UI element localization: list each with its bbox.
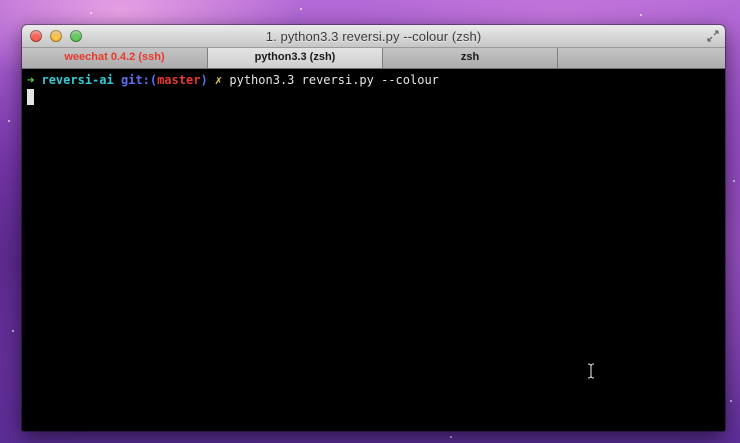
background-star	[8, 120, 10, 122]
background-star	[450, 436, 452, 438]
window-title: 1. python3.3 reversi.py --colour (zsh)	[265, 29, 482, 44]
tab-label: python3.3 (zsh)	[254, 51, 336, 63]
prompt-command: python3.3 reversi.py --colour	[229, 73, 439, 87]
terminal-window: 1. python3.3 reversi.py --colour (zsh) w…	[22, 25, 725, 431]
text-cursor-block	[27, 89, 34, 105]
background-star	[300, 8, 302, 10]
background-star	[730, 400, 732, 402]
background-star	[640, 14, 642, 16]
prompt-git-branch: master	[157, 73, 201, 87]
terminal-output[interactable]: ➜ reversi-ai git:(master) ✗ python3.3 re…	[22, 69, 725, 431]
prompt-git-prefix: git:(	[120, 73, 158, 87]
fullscreen-arrows-icon[interactable]	[707, 30, 719, 42]
prompt-line: ➜ reversi-ai git:(master) ✗ python3.3 re…	[27, 72, 439, 88]
prompt-git-suffix: )	[200, 73, 208, 87]
tab-zsh[interactable]: zsh	[383, 48, 558, 68]
tab-label: weechat 0.4.2 (ssh)	[64, 51, 165, 63]
tab-bar: weechat 0.4.2 (ssh) python3.3 (zsh) zsh	[22, 48, 725, 69]
background-star	[12, 330, 14, 332]
tab-weechat[interactable]: weechat 0.4.2 (ssh)	[22, 48, 208, 68]
tab-python[interactable]: python3.3 (zsh)	[208, 48, 383, 68]
tab-empty[interactable]	[558, 48, 725, 68]
background-star	[90, 12, 92, 14]
background-star	[733, 180, 735, 182]
tab-label: zsh	[460, 51, 480, 63]
prompt-directory: reversi-ai	[41, 73, 114, 87]
i-beam-cursor-icon	[587, 363, 595, 379]
prompt-arrow-icon: ➜	[27, 73, 35, 87]
title-bar[interactable]: 1. python3.3 reversi.py --colour (zsh)	[22, 25, 725, 48]
prompt-dirty-icon: ✗	[214, 73, 223, 87]
